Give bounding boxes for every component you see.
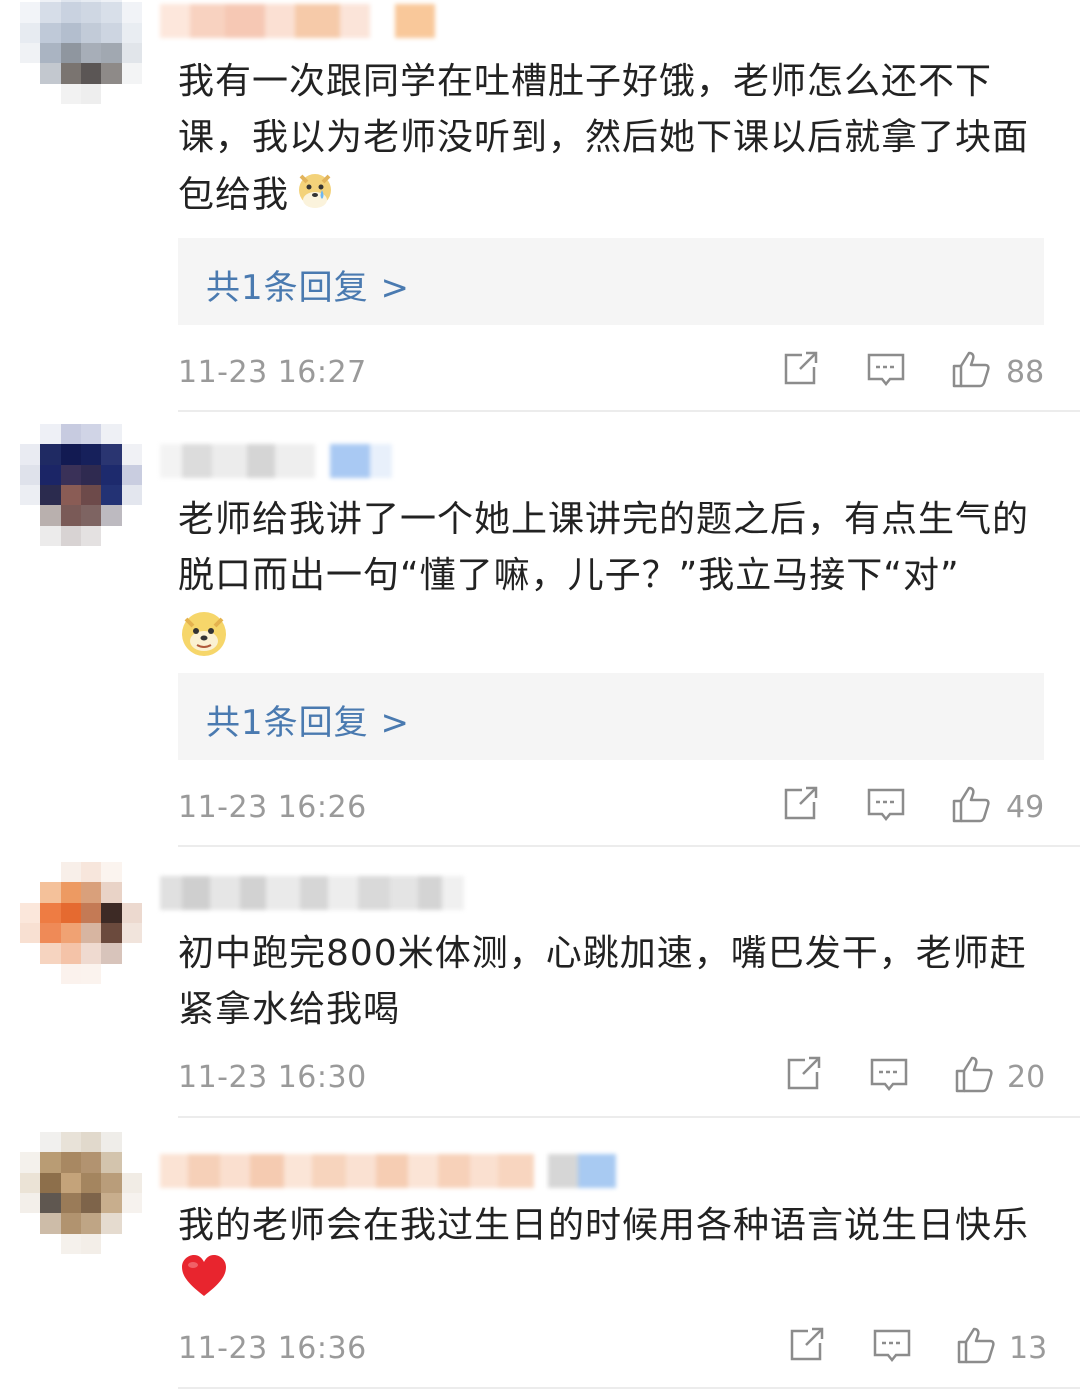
timestamp: 11-23 16:30 bbox=[178, 1060, 367, 1095]
timestamp: 11-23 16:36 bbox=[178, 1331, 367, 1366]
avatar[interactable] bbox=[20, 424, 142, 546]
like-icon[interactable] bbox=[954, 1054, 994, 1094]
divider bbox=[178, 1387, 1080, 1389]
like-count: 88 bbox=[1006, 355, 1045, 390]
comment-icon[interactable] bbox=[869, 1054, 909, 1094]
comment-meta: 11-23 16:27 88 bbox=[0, 349, 1080, 399]
comment-meta: 11-23 16:30 20 bbox=[0, 1054, 1080, 1104]
divider bbox=[178, 1116, 1080, 1118]
share-icon[interactable] bbox=[786, 1325, 826, 1365]
like-icon[interactable] bbox=[951, 349, 991, 389]
username-blurred[interactable] bbox=[160, 1154, 616, 1188]
timestamp: 11-23 16:26 bbox=[178, 790, 367, 825]
replies-label: 共1条回复 > bbox=[206, 703, 410, 743]
comment-icon[interactable] bbox=[866, 349, 906, 389]
like-count: 20 bbox=[1007, 1060, 1046, 1095]
crying-doge-emoji bbox=[295, 166, 335, 227]
username-blurred[interactable] bbox=[160, 444, 392, 478]
share-icon[interactable] bbox=[780, 784, 820, 824]
avatar[interactable] bbox=[20, 862, 142, 984]
divider bbox=[178, 845, 1080, 847]
comment-text: 我有一次跟同学在吐槽肚子好饿，老师怎么还不下课，我以为老师没听到，然后她下课以后… bbox=[178, 54, 1038, 227]
username-blurred[interactable] bbox=[160, 4, 435, 38]
red-heart-emoji bbox=[180, 1254, 228, 1315]
comment-text: 老师给我讲了一个她上课讲完的题之后，有点生气的脱口而出一句“懂了嘛，儿子？”我立… bbox=[178, 492, 1038, 675]
username-blurred[interactable] bbox=[160, 876, 464, 910]
comment-icon[interactable] bbox=[866, 784, 906, 824]
divider bbox=[178, 410, 1080, 412]
like-count: 49 bbox=[1006, 790, 1045, 825]
like-icon[interactable] bbox=[951, 784, 991, 824]
share-icon[interactable] bbox=[783, 1054, 823, 1094]
doge-emoji bbox=[180, 610, 228, 675]
comment-text: 初中跑完800米体测，心跳加速，嘴巴发干，老师赶紧拿水给我喝 bbox=[178, 933, 1027, 1030]
comment-icon[interactable] bbox=[872, 1325, 912, 1365]
like-count: 13 bbox=[1009, 1331, 1048, 1366]
comment-meta: 11-23 16:26 49 bbox=[0, 784, 1080, 834]
replies-link[interactable]: 共1条回复 > bbox=[178, 238, 1044, 325]
share-icon[interactable] bbox=[780, 349, 820, 389]
like-icon[interactable] bbox=[956, 1325, 996, 1365]
avatar[interactable] bbox=[20, 0, 142, 104]
comment-text: 我的老师会在我过生日的时候用各种语言说生日快乐 bbox=[178, 1198, 1038, 1315]
comment-meta: 11-23 16:36 13 bbox=[0, 1325, 1080, 1375]
replies-label: 共1条回复 > bbox=[206, 268, 410, 308]
replies-link[interactable]: 共1条回复 > bbox=[178, 673, 1044, 760]
timestamp: 11-23 16:27 bbox=[178, 355, 367, 390]
avatar[interactable] bbox=[20, 1132, 142, 1254]
